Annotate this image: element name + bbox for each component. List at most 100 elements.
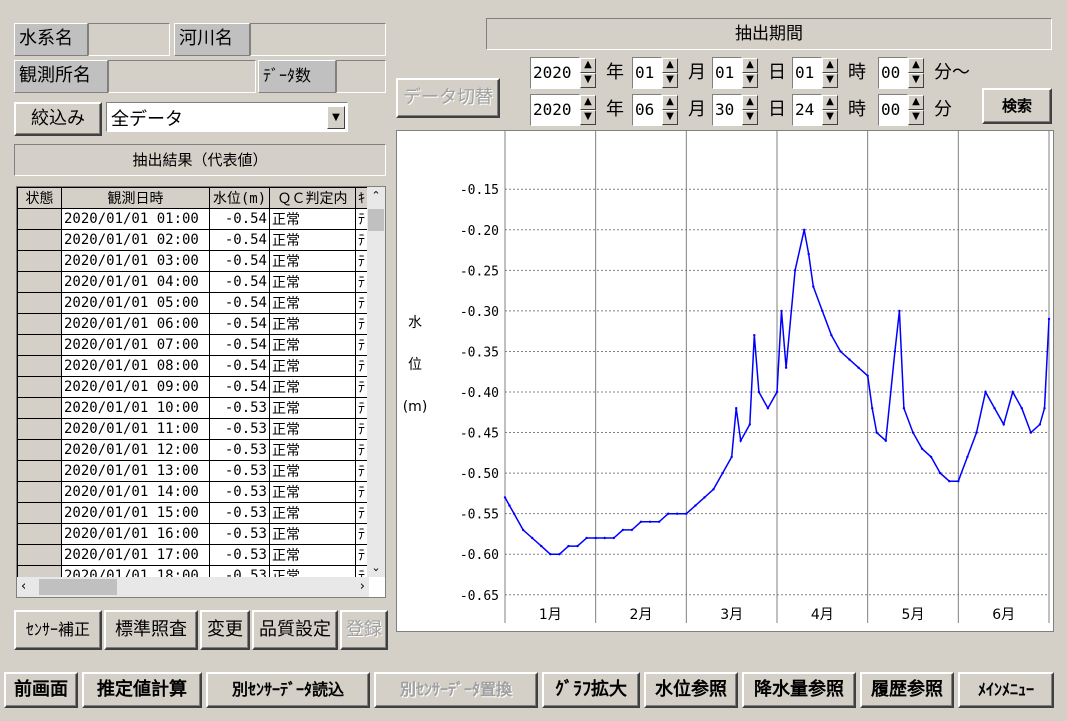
spin-down-icon[interactable]: ▼ bbox=[580, 73, 596, 88]
graph-zoom-button[interactable]: ｸﾞﾗﾌ拡大 bbox=[542, 672, 640, 708]
cell-qc[interactable]: 正常 bbox=[269, 208, 356, 230]
cell-value[interactable]: -0.54 bbox=[209, 376, 270, 398]
spin-up-icon[interactable]: ▲ bbox=[662, 58, 678, 73]
start-day-input[interactable]: 01 bbox=[712, 57, 742, 89]
start-hour-spinner[interactable]: 01 ▲ ▼ bbox=[792, 57, 840, 89]
cell-value[interactable]: -0.53 bbox=[209, 502, 270, 524]
cell-qc[interactable]: 正常 bbox=[269, 439, 356, 461]
cell-value[interactable]: -0.53 bbox=[209, 460, 270, 482]
start-month-spinner[interactable]: 01 ▲ ▼ bbox=[632, 57, 680, 89]
spin-down-icon[interactable]: ▼ bbox=[580, 110, 596, 125]
column-header-state[interactable]: 状態 bbox=[17, 187, 62, 209]
cell-datetime[interactable]: 2020/01/01 10:00 bbox=[61, 397, 210, 419]
spin-down-icon[interactable]: ▼ bbox=[742, 73, 758, 88]
cell-extra[interactable]: ﾃ bbox=[355, 418, 368, 440]
cell-state[interactable] bbox=[17, 208, 62, 230]
cell-datetime[interactable]: 2020/01/01 07:00 bbox=[61, 334, 210, 356]
cell-extra[interactable]: ﾃ bbox=[355, 544, 368, 566]
scroll-up-icon[interactable]: ⌃ bbox=[367, 187, 385, 205]
table-row[interactable]: 2020/01/01 16:00 -0.53 正常ﾃ bbox=[17, 523, 368, 545]
table-row[interactable]: 2020/01/01 08:00 -0.54 正常ﾃ bbox=[17, 355, 368, 377]
spin-down-icon[interactable]: ▼ bbox=[822, 110, 838, 125]
cell-state[interactable] bbox=[17, 229, 62, 251]
cell-qc[interactable]: 正常 bbox=[269, 334, 356, 356]
spin-up-icon[interactable]: ▲ bbox=[908, 95, 924, 110]
cell-datetime[interactable]: 2020/01/01 05:00 bbox=[61, 292, 210, 314]
cell-datetime[interactable]: 2020/01/01 06:00 bbox=[61, 313, 210, 335]
previous-screen-button[interactable]: 前画面 bbox=[4, 672, 78, 708]
scroll-thumb[interactable] bbox=[368, 209, 384, 231]
cell-datetime[interactable]: 2020/01/01 14:00 bbox=[61, 481, 210, 503]
cell-extra[interactable]: ﾃ bbox=[355, 250, 368, 272]
cell-extra[interactable]: ﾃ bbox=[355, 229, 368, 251]
sensor-correction-button[interactable]: ｾﾝｻｰ補正 bbox=[14, 610, 102, 650]
spin-up-icon[interactable]: ▲ bbox=[580, 58, 596, 73]
history-ref-button[interactable]: 履歴参照 bbox=[860, 672, 954, 708]
start-year-spinner[interactable]: 2020 ▲ ▼ bbox=[530, 57, 598, 89]
cell-value[interactable]: -0.54 bbox=[209, 229, 270, 251]
end-day-input[interactable]: 30 bbox=[712, 94, 742, 126]
column-header-extra[interactable]: ｷ bbox=[355, 187, 368, 209]
start-minute-input[interactable]: 00 bbox=[878, 57, 908, 89]
cell-qc[interactable]: 正常 bbox=[269, 544, 356, 566]
end-minute-input[interactable]: 00 bbox=[878, 94, 908, 126]
cell-extra[interactable]: ﾃ bbox=[355, 460, 368, 482]
cell-qc[interactable]: 正常 bbox=[269, 397, 356, 419]
cell-value[interactable]: -0.54 bbox=[209, 313, 270, 335]
table-row[interactable]: 2020/01/01 02:00 -0.54 正常ﾃ bbox=[17, 229, 368, 251]
cell-value[interactable]: -0.54 bbox=[209, 334, 270, 356]
cell-extra[interactable]: ﾃ bbox=[355, 502, 368, 524]
cell-value[interactable]: -0.54 bbox=[209, 355, 270, 377]
cell-datetime[interactable]: 2020/01/01 12:00 bbox=[61, 439, 210, 461]
start-day-spinner[interactable]: 01 ▲ ▼ bbox=[712, 57, 760, 89]
scroll-right-icon[interactable]: › bbox=[360, 577, 365, 597]
rainfall-ref-button[interactable]: 降水量参照 bbox=[742, 672, 856, 708]
cell-extra[interactable]: ﾃ bbox=[355, 334, 368, 356]
cell-state[interactable] bbox=[17, 271, 62, 293]
cell-state[interactable] bbox=[17, 502, 62, 524]
cell-datetime[interactable]: 2020/01/01 01:00 bbox=[61, 208, 210, 230]
cell-state[interactable] bbox=[17, 544, 62, 566]
main-menu-button[interactable]: ﾒｲﾝﾒﾆｭｰ bbox=[958, 672, 1054, 708]
end-hour-input[interactable]: 24 bbox=[792, 94, 822, 126]
column-header-datetime[interactable]: 観測日時 bbox=[61, 187, 210, 209]
cell-value[interactable]: -0.54 bbox=[209, 250, 270, 272]
standard-check-button[interactable]: 標準照査 bbox=[104, 610, 198, 650]
cell-value[interactable]: -0.53 bbox=[209, 397, 270, 419]
end-day-spinner[interactable]: 30 ▲ ▼ bbox=[712, 94, 760, 126]
cell-qc[interactable]: 正常 bbox=[269, 250, 356, 272]
cell-qc[interactable]: 正常 bbox=[269, 502, 356, 524]
cell-state[interactable] bbox=[17, 481, 62, 503]
table-row[interactable]: 2020/01/01 15:00 -0.53 正常ﾃ bbox=[17, 502, 368, 524]
cell-datetime[interactable]: 2020/01/01 03:00 bbox=[61, 250, 210, 272]
cell-state[interactable] bbox=[17, 439, 62, 461]
start-month-input[interactable]: 01 bbox=[632, 57, 662, 89]
spin-up-icon[interactable]: ▲ bbox=[908, 58, 924, 73]
cell-datetime[interactable]: 2020/01/01 16:00 bbox=[61, 523, 210, 545]
spin-down-icon[interactable]: ▼ bbox=[662, 73, 678, 88]
cell-qc[interactable]: 正常 bbox=[269, 355, 356, 377]
table-row[interactable]: 2020/01/01 10:00 -0.53 正常ﾃ bbox=[17, 397, 368, 419]
cell-qc[interactable]: 正常 bbox=[269, 229, 356, 251]
cell-qc[interactable]: 正常 bbox=[269, 460, 356, 482]
search-button[interactable]: 検索 bbox=[982, 88, 1052, 124]
cell-value[interactable]: -0.53 bbox=[209, 544, 270, 566]
scroll-left-icon[interactable]: ‹ bbox=[21, 577, 26, 597]
end-month-input[interactable]: 06 bbox=[632, 94, 662, 126]
filter-select[interactable]: 全データ ▼ bbox=[106, 102, 348, 132]
spin-up-icon[interactable]: ▲ bbox=[822, 58, 838, 73]
end-year-input[interactable]: 2020 bbox=[530, 94, 580, 126]
cell-datetime[interactable]: 2020/01/01 13:00 bbox=[61, 460, 210, 482]
table-row[interactable]: 2020/01/01 03:00 -0.54 正常ﾃ bbox=[17, 250, 368, 272]
cell-state[interactable] bbox=[17, 355, 62, 377]
cell-qc[interactable]: 正常 bbox=[269, 418, 356, 440]
cell-value[interactable]: -0.54 bbox=[209, 271, 270, 293]
spin-up-icon[interactable]: ▲ bbox=[742, 58, 758, 73]
spin-up-icon[interactable]: ▲ bbox=[580, 95, 596, 110]
cell-state[interactable] bbox=[17, 313, 62, 335]
column-header-qc[interactable]: ＱＣ判定内 bbox=[269, 187, 356, 209]
filter-button[interactable]: 絞込み bbox=[14, 102, 102, 136]
chevron-down-icon[interactable]: ▼ bbox=[327, 106, 345, 129]
cell-state[interactable] bbox=[17, 376, 62, 398]
cell-extra[interactable]: ﾃ bbox=[355, 292, 368, 314]
